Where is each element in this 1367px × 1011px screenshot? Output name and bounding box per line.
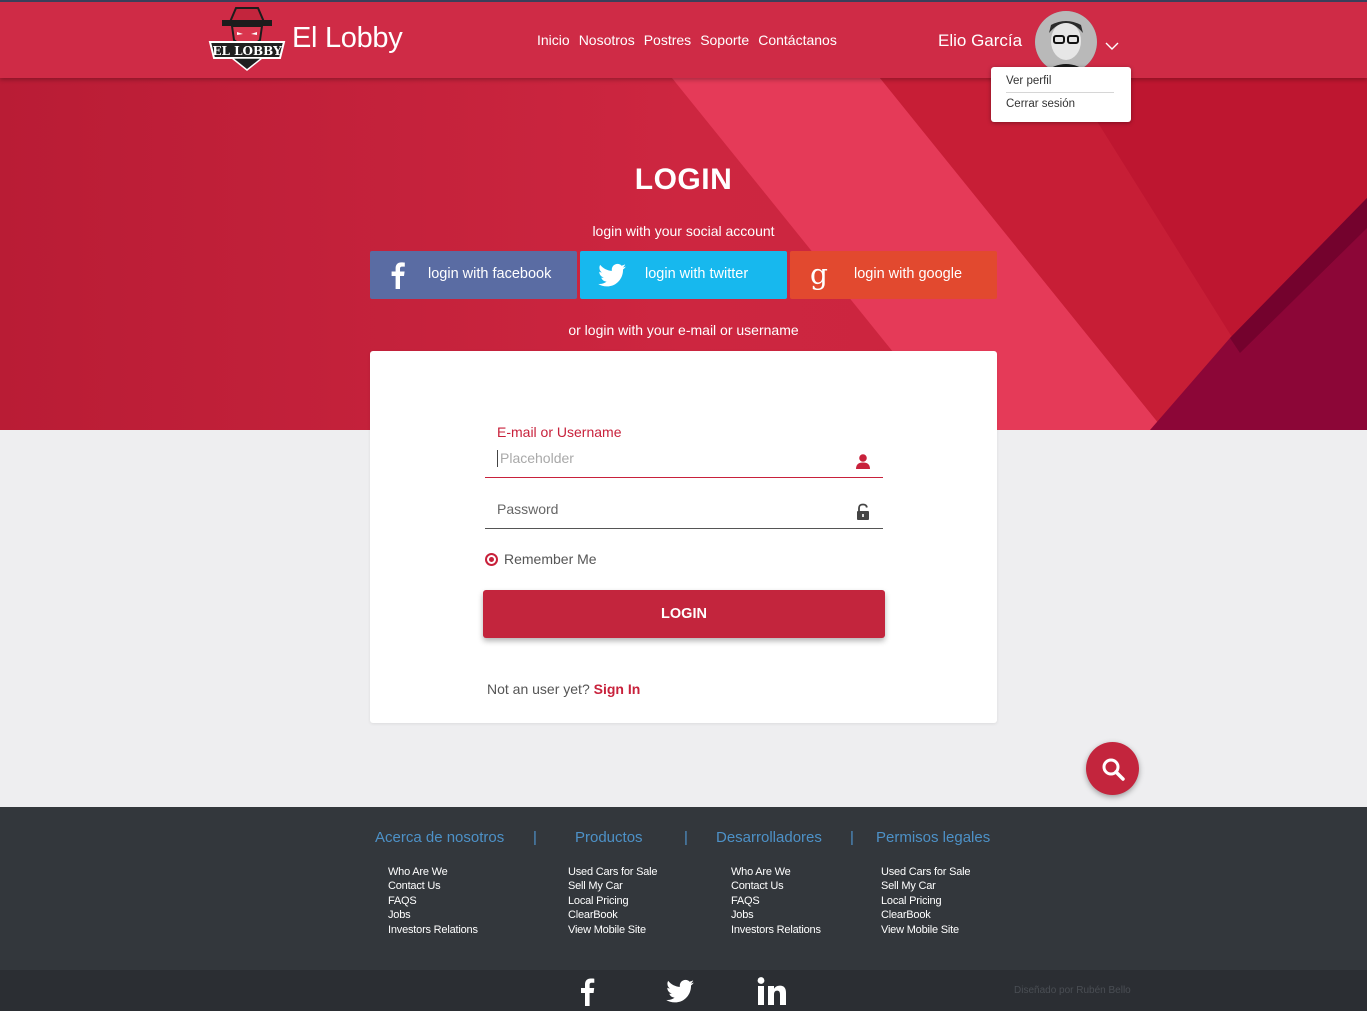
signup-prompt: Not an user yet? Sign In [487,681,640,697]
nav-inicio[interactable]: Inicio [537,32,570,48]
footer-link[interactable]: View Mobile Site [881,923,970,937]
not-user-text: Not an user yet? [487,681,590,697]
footer-link[interactable]: Contact Us [388,879,478,893]
username-input[interactable]: Placeholder [485,448,883,478]
username-label: E-mail or Username [497,424,622,440]
twitter-login-button[interactable]: login with twitter [580,251,787,299]
footer-title-acerca[interactable]: Acerca de nosotros [375,829,504,846]
footer-link[interactable]: Local Pricing [568,894,657,908]
google-login-button[interactable]: g login with google [790,251,997,299]
nav-postres[interactable]: Postres [644,32,691,48]
footer-link[interactable]: Investors Relations [731,923,821,937]
footer-title-productos[interactable]: Productos [575,829,643,846]
footer-link[interactable]: Local Pricing [881,894,970,908]
menu-ver-perfil[interactable]: Ver perfil [1006,75,1051,87]
logo-text: EL LOBBY [212,44,282,58]
login-card: E-mail or Username Placeholder Password … [370,351,997,723]
footer-link[interactable]: Contact Us [731,879,821,893]
facebook-icon [391,262,405,289]
top-navbar: EL LOBBY El Lobby Inicio Nosotros Postre… [0,0,1367,78]
footer-link[interactable]: FAQS [731,894,821,908]
main-nav: Inicio Nosotros Postres Soporte Contácta… [537,32,837,48]
footer-link[interactable]: Sell My Car [881,879,970,893]
footer-separator: | [850,829,854,846]
google-login-label: login with google [854,266,963,282]
footer-title-permisos[interactable]: Permisos legales [876,829,990,846]
search-icon [1102,758,1125,781]
svg-text:g: g [810,259,828,291]
footer-separator: | [684,829,688,846]
footer-links-permisos: Used Cars for Sale Sell My Car Local Pri… [881,865,971,937]
menu-cerrar-sesion[interactable]: Cerrar sesión [1006,98,1075,110]
footer-link[interactable]: Used Cars for Sale [881,865,971,879]
el-lobby-logo[interactable]: EL LOBBY [208,6,286,74]
nav-nosotros[interactable]: Nosotros [579,32,635,48]
twitter-icon [598,263,626,287]
nav-soporte[interactable]: Soporte [700,32,749,48]
footer-links-acerca: Who Are We Contact Us FAQS Jobs Investor… [388,865,478,937]
nav-contactanos[interactable]: Contáctanos [758,32,837,48]
user-icon [856,454,870,469]
linkedin-icon[interactable] [756,975,788,1007]
password-placeholder: Password [497,501,559,517]
footer-links-desarrolladores: Who Are We Contact Us FAQS Jobs Investor… [731,865,821,937]
footer-separator: | [533,829,537,846]
social-login-prompt: login with your social account [592,223,775,239]
user-dropdown-menu: Ver perfil Cerrar sesión [991,67,1131,122]
footer-bottom-bar: Diseñado por Rubén Bello [0,970,1367,1011]
email-login-prompt: or login with your e-mail or username [568,322,799,338]
google-icon: g [810,259,828,291]
footer-link[interactable]: Used Cars for Sale [568,865,658,879]
footer-links-productos: Used Cars for Sale Sell My Car Local Pri… [568,865,658,937]
login-title: LOGIN [634,163,733,196]
unlock-icon [857,503,869,520]
twitter-icon[interactable] [663,975,697,1007]
footer-title-desarrolladores[interactable]: Desarrolladores [716,829,822,846]
twitter-login-label: login with twitter [645,266,749,282]
search-button[interactable] [1086,742,1139,795]
footer-link[interactable]: Jobs [731,908,821,922]
password-input[interactable]: Password [485,499,883,529]
footer-link[interactable]: Investors Relations [388,923,478,937]
user-name[interactable]: Elio García [938,31,1022,51]
footer-link[interactable]: ClearBook [568,908,657,922]
footer-link[interactable]: FAQS [388,894,478,908]
footer-link[interactable]: Who Are We [731,865,821,879]
menu-divider [1006,92,1114,93]
facebook-icon[interactable] [577,975,599,1007]
footer-link[interactable]: Jobs [388,908,478,922]
footer: Acerca de nosotros | Productos | Desarro… [0,807,1367,970]
footer-link[interactable]: Sell My Car [568,879,657,893]
user-avatar[interactable] [1035,11,1097,73]
remember-me-radio[interactable] [485,553,498,566]
design-credit: Diseñado por Rubén Bello [1014,985,1131,996]
footer-link[interactable]: View Mobile Site [568,923,657,937]
footer-link[interactable]: Who Are We [388,865,478,879]
sign-in-link[interactable]: Sign In [594,681,641,697]
text-cursor [497,450,498,467]
username-placeholder: Placeholder [500,450,574,466]
remember-me-label: Remember Me [504,551,597,567]
facebook-login-button[interactable]: login with facebook [370,251,577,299]
footer-link[interactable]: ClearBook [881,908,970,922]
facebook-login-label: login with facebook [428,266,552,282]
chevron-down-icon[interactable] [1104,40,1120,52]
login-button[interactable]: LOGIN [483,590,885,638]
brand-name[interactable]: El Lobby [292,22,403,55]
